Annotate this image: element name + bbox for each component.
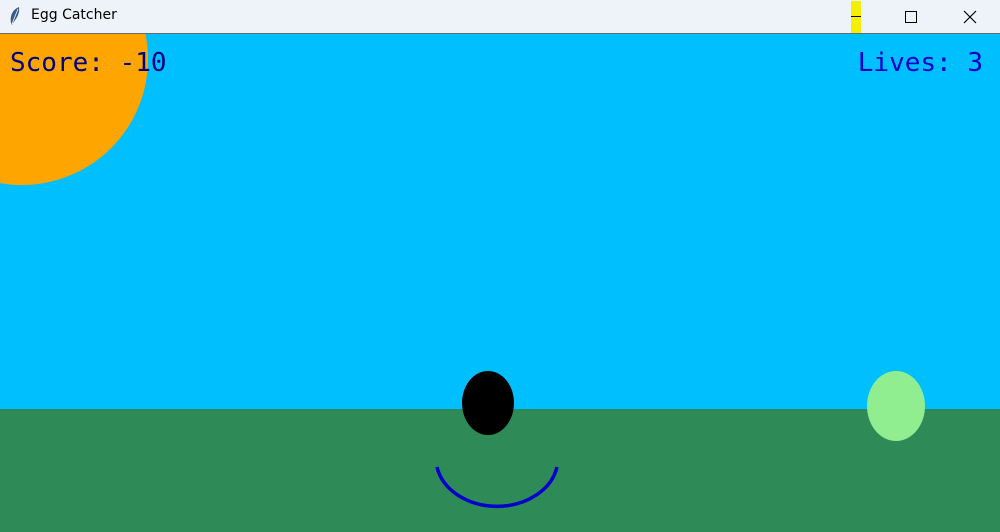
window-title: Egg Catcher xyxy=(31,7,117,23)
maximize-button[interactable] xyxy=(888,0,934,34)
egg-green xyxy=(867,371,925,441)
minimize-button[interactable] xyxy=(832,0,878,34)
maximize-icon xyxy=(905,11,917,23)
app-window: Egg Catcher Score: -10 Lives: 3 xyxy=(0,0,1000,532)
minimize-icon xyxy=(851,16,861,17)
title-bar[interactable]: Egg Catcher xyxy=(0,0,1000,34)
game-canvas[interactable]: Score: -10 Lives: 3 xyxy=(0,34,1000,532)
close-icon xyxy=(963,10,977,24)
sky xyxy=(0,34,1000,409)
score-label: Score: -10 xyxy=(10,48,167,78)
egg-black xyxy=(462,371,514,435)
lives-label: Lives: 3 xyxy=(858,48,983,78)
feather-icon xyxy=(10,7,20,25)
close-button[interactable] xyxy=(947,0,993,34)
minimize-highlight xyxy=(851,1,861,33)
